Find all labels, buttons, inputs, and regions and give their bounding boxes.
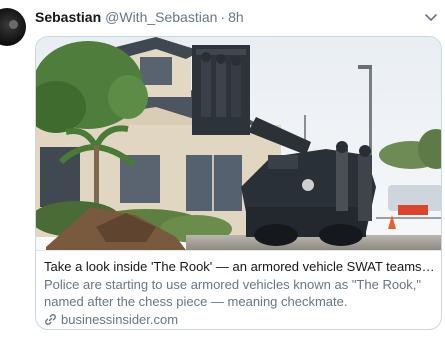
card-description: Police are starting to use armored vehic…	[44, 277, 422, 309]
card-title[interactable]: Take a look inside 'The Rook' — an armor…	[44, 258, 435, 275]
separator-dot: ·	[220, 9, 226, 25]
link-icon	[45, 314, 56, 325]
tweet-header: Sebastian @With_Sebastian · 8h	[35, 9, 244, 29]
tweet-timestamp[interactable]: 8h	[228, 9, 244, 25]
link-card[interactable]: Take a look inside 'The Rook' — an armor…	[35, 36, 442, 330]
chevron-down-icon[interactable]	[423, 11, 439, 25]
author-handle[interactable]: @With_Sebastian	[105, 9, 217, 25]
tweet[interactable]: Sebastian @With_Sebastian · 8h Take a lo…	[0, 0, 445, 339]
card-text[interactable]: Take a look inside 'The Rook' — an armor…	[36, 250, 441, 329]
card-domain[interactable]: businessinsider.com	[44, 311, 435, 328]
card-domain-text[interactable]: businessinsider.com	[61, 311, 178, 328]
avatar[interactable]	[0, 8, 26, 46]
author-name[interactable]: Sebastian	[35, 9, 101, 25]
card-image[interactable]	[36, 37, 442, 250]
